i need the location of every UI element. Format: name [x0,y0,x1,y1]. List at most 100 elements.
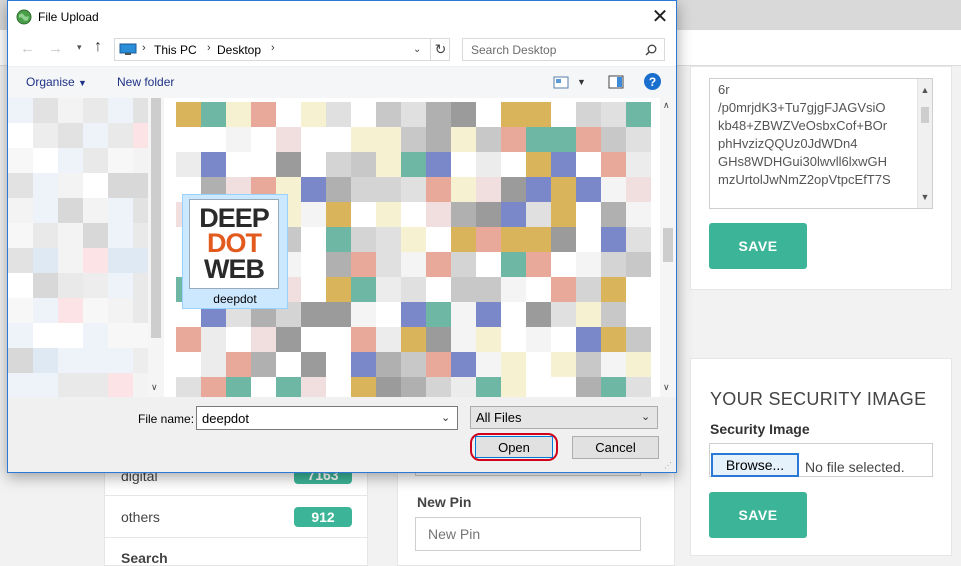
new-folder-button[interactable]: New folder [117,75,174,89]
open-button[interactable]: Open [475,436,553,458]
file-name-combobox[interactable]: deepdot ⌄ [196,406,458,430]
file-name-value[interactable]: deepdot [202,411,249,426]
pixel-block [576,327,601,352]
breadcrumb-separator-icon: › [271,42,275,54]
pixel-block [601,177,626,202]
security-file-input[interactable]: Browse... No file selected. [709,443,933,477]
breadcrumb-this-pc[interactable]: This PC [154,43,197,57]
pixel-block [251,327,276,352]
pixel-block [326,327,351,352]
forward-arrow-icon[interactable]: → [48,40,63,57]
pixel-block [301,177,326,202]
security-image-label: Security Image [710,421,810,437]
pixel-block [501,152,526,177]
pixel-block [501,102,526,127]
pixel-block [376,227,401,252]
pixel-block [576,227,601,252]
pixel-block [451,127,476,152]
close-icon[interactable]: ✕ [646,3,674,29]
file-scroll-thumb[interactable] [663,228,673,262]
pixel-block [301,252,326,277]
file-list-scrollbar[interactable]: ∧ ∨ [660,98,676,397]
pixel-block [426,302,451,327]
dialog-nav-bar: ← → ▾ ↑ › This PC › Desktop › ⌄ ↻ Search… [8,32,676,66]
pixel-block [83,123,108,148]
pixel-block [201,377,226,397]
scroll-thumb[interactable] [921,107,929,123]
file-list-pane[interactable]: DEEP DOT WEB deepdot ∧ ∨ [166,98,676,397]
file-type-select[interactable]: All Files ⌄ [470,406,658,429]
file-scroll-down-icon[interactable]: ∨ [663,382,670,393]
pixel-block [426,252,451,277]
search-icon[interactable] [645,44,657,56]
preview-pane-icon[interactable] [608,75,624,89]
pixel-block [276,102,301,127]
pixel-block [526,352,551,377]
navigation-pane-scrollbar[interactable]: ∨ [148,98,164,397]
organise-menu[interactable]: Organise ▼ [26,75,87,89]
file-type-chevron-icon[interactable]: ⌄ [641,410,650,423]
pixel-block [601,302,626,327]
pixel-block [601,377,626,397]
nav-scroll-thumb[interactable] [151,98,161,338]
pixel-block [226,152,251,177]
pixel-block [401,177,426,202]
browse-button[interactable]: Browse... [711,453,799,477]
pixel-block [8,198,33,223]
nav-scroll-down-icon[interactable]: ∨ [151,382,158,393]
pixel-block [58,273,83,298]
file-tile-deepdot[interactable]: DEEP DOT WEB deepdot [182,194,288,309]
pixel-block [401,102,426,127]
view-options-chevron-icon[interactable]: ▼ [577,77,586,87]
breadcrumb-desktop[interactable]: Desktop [217,43,261,57]
category-item-others[interactable]: others 912 [105,496,367,538]
category-name: others [121,509,160,525]
pixel-block [8,223,33,248]
address-dropdown-chevron-icon[interactable]: ⌄ [413,44,421,55]
pixel-block [8,123,33,148]
address-bar[interactable]: › This PC › Desktop › ⌄ ↻ [114,38,450,61]
save-key-button[interactable]: SAVE [709,223,807,269]
pixel-block [401,202,426,227]
pixel-block [8,373,33,397]
pixel-block [33,248,58,273]
pixel-block [351,352,376,377]
help-icon[interactable]: ? [644,73,661,90]
pixel-block [376,377,401,397]
pixel-block [451,102,476,127]
pixel-block [33,323,58,348]
pixel-block [108,123,133,148]
breadcrumb-separator-icon: › [142,42,146,54]
pixel-block [376,252,401,277]
pixel-block [33,298,58,323]
pixel-block [83,298,108,323]
cancel-button[interactable]: Cancel [572,436,659,459]
up-arrow-icon[interactable]: ↑ [94,38,102,56]
pixel-block [108,223,133,248]
scroll-up-icon[interactable]: ▲ [918,81,932,99]
pixel-block [83,223,108,248]
back-arrow-icon[interactable]: ← [20,40,35,57]
refresh-icon[interactable]: ↻ [430,39,450,60]
help-glyph: ? [648,74,657,89]
pixel-block [176,352,201,377]
file-name-dropdown-chevron-icon[interactable]: ⌄ [441,411,450,424]
key-textarea-scrollbar[interactable]: ▲ ▼ [917,79,932,208]
logo-text-web: WEB [204,253,265,284]
pixel-block [626,377,651,397]
file-scroll-up-icon[interactable]: ∧ [663,100,670,111]
pixel-block [526,127,551,152]
navigation-pane[interactable]: ∨ [8,98,166,397]
pixel-block [426,127,451,152]
pixel-block [526,377,551,397]
search-box[interactable]: Search Desktop [462,38,665,61]
new-pin-input[interactable] [415,517,641,551]
save-security-image-button[interactable]: SAVE [709,492,807,538]
recent-locations-chevron-icon[interactable]: ▾ [77,42,82,53]
key-textarea[interactable]: 6r/p0mrjdK3+Tu7gjgFJAGVsiO kb48+ZBWZVeOsb… [709,78,933,209]
change-view-icon[interactable] [553,76,569,89]
pixel-block [476,202,501,227]
scroll-down-icon[interactable]: ▼ [918,188,932,206]
pixel-block [451,302,476,327]
resize-grip-icon[interactable]: ⋰ [664,461,672,470]
